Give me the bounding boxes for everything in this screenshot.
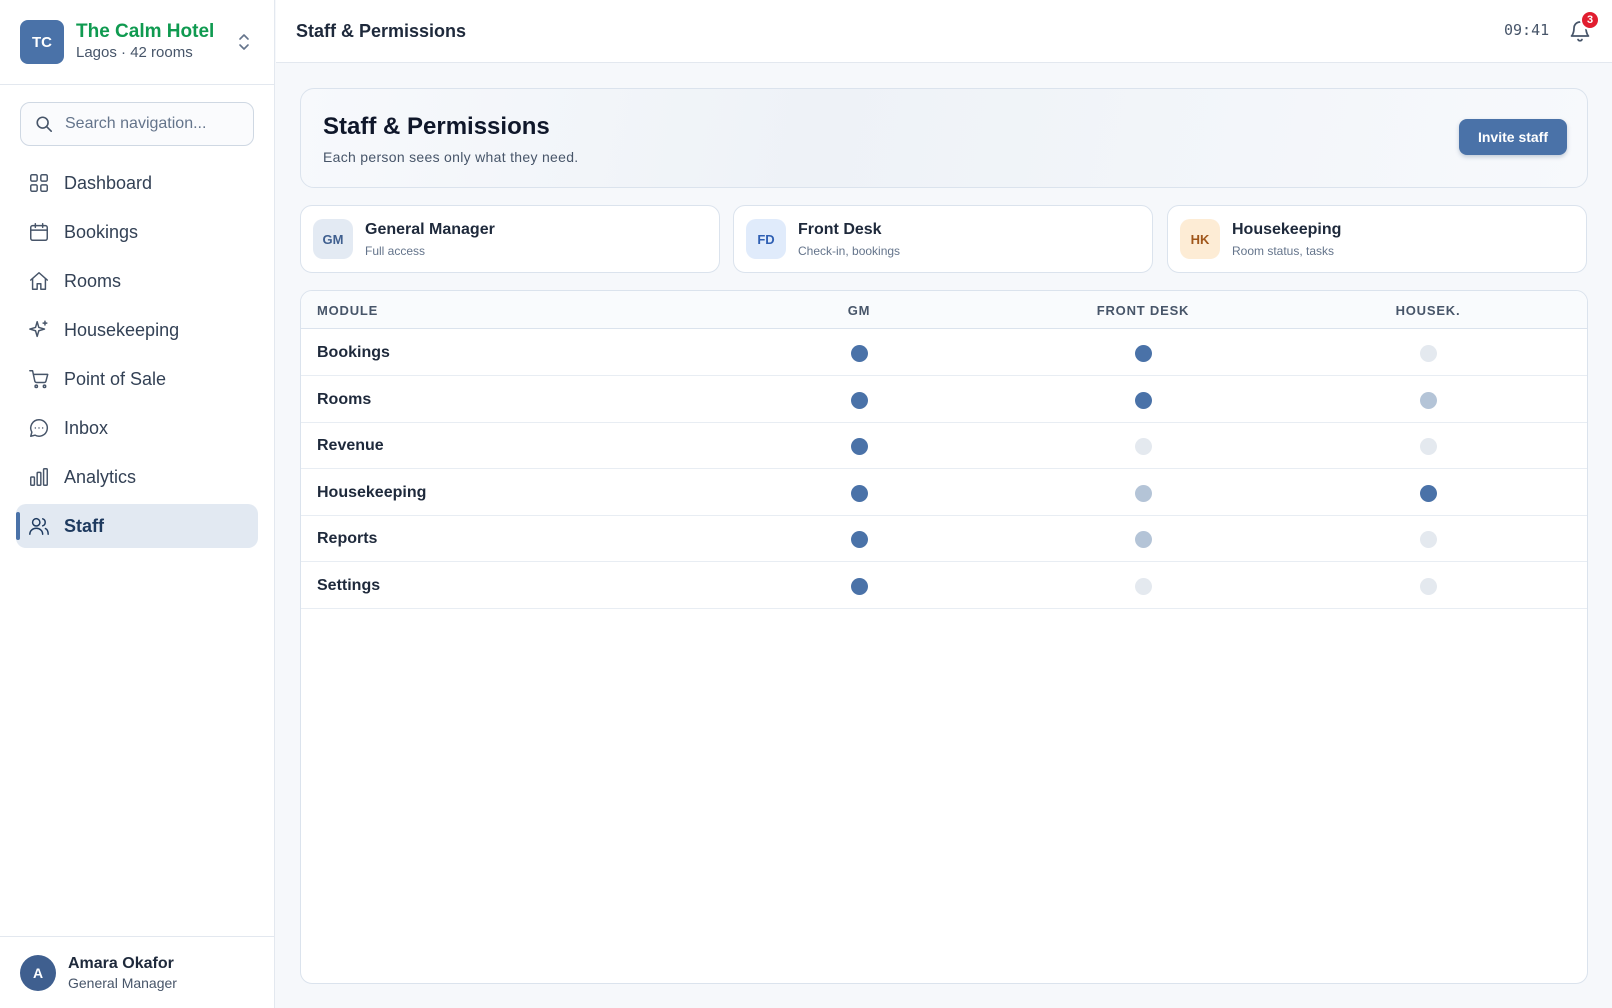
page-subtitle: Each person sees only what they need.	[323, 149, 579, 165]
sidebar-item-dashboard[interactable]: Dashboard	[16, 161, 258, 205]
permission-dot-none[interactable]	[1419, 345, 1437, 362]
bar-chart-icon	[30, 468, 48, 486]
sidebar-item-label: Analytics	[64, 466, 137, 487]
permission-dot-full[interactable]	[850, 577, 868, 595]
permission-dot-full[interactable]	[850, 391, 868, 409]
table-row: Rooms	[301, 377, 1587, 423]
sidebar-item-label: Point of Sale	[64, 368, 167, 389]
role-name: Housekeeping	[1232, 221, 1342, 238]
permission-dot-none[interactable]	[1134, 577, 1152, 595]
module-name: Housekeeping	[317, 483, 427, 501]
column-header-front-desk: FRONT DESK	[1096, 303, 1190, 318]
sidebar-item-point-of-sale[interactable]: Point of Sale	[16, 357, 258, 401]
hotel-logo: TC	[20, 20, 64, 64]
page-title: Staff & Permissions	[323, 113, 550, 140]
user-role: General Manager	[68, 975, 177, 991]
role-name: Front Desk	[798, 221, 882, 238]
table-row: Bookings	[301, 330, 1587, 376]
permission-dot-full[interactable]	[850, 531, 868, 548]
sidebar-item-inbox[interactable]: Inbox	[16, 406, 258, 450]
sidebar-item-label: Inbox	[64, 417, 109, 438]
sparkle-icon	[29, 320, 48, 338]
home-icon	[30, 272, 48, 290]
permission-dot-partial[interactable]	[1134, 484, 1152, 502]
column-header-housek: HOUSEK.	[1395, 303, 1461, 318]
notification-badge: 3	[1580, 10, 1600, 30]
column-header-gm: GM	[847, 303, 871, 318]
sidebar-item-analytics[interactable]: Analytics	[16, 455, 258, 499]
permission-dot-partial[interactable]	[1419, 391, 1437, 409]
sidebar-item-label: Housekeeping	[64, 319, 180, 340]
column-header-module: MODULE	[317, 303, 379, 318]
permission-dot-full[interactable]	[850, 345, 868, 362]
cart-icon	[29, 370, 49, 389]
permission-dot-none[interactable]	[1419, 577, 1437, 595]
sidebar-item-staff[interactable]: Staff	[16, 504, 258, 548]
role-card-hk[interactable]: HK Housekeeping Room status, tasks	[1167, 205, 1587, 273]
permission-dot-none[interactable]	[1419, 531, 1437, 548]
role-description: Room status, tasks	[1232, 244, 1335, 258]
sidebar: TC The Calm Hotel Lagos · 42 rooms Dashb…	[0, 0, 275, 1008]
sidebar-item-housekeeping[interactable]: Housekeeping	[16, 308, 258, 352]
hotel-subtitle: Lagos · 42 rooms	[76, 44, 193, 61]
role-badge: FD	[746, 219, 786, 259]
permission-dot-full[interactable]	[850, 484, 868, 502]
permission-matrix: MODULE GM FRONT DESK HOUSEK. Bookings Rooms R…	[300, 290, 1588, 984]
module-name: Reports	[317, 530, 378, 547]
user-profile[interactable]: A Amara Okafor General Manager	[0, 936, 275, 1008]
sidebar-item-label: Staff	[64, 515, 104, 536]
sidebar-item-label: Bookings	[64, 221, 139, 242]
sidebar-item-label: Dashboard	[64, 172, 153, 193]
top-bar: Staff & Permissions 09:41 3	[276, 0, 1612, 63]
module-name: Bookings	[317, 344, 390, 361]
permission-dot-full[interactable]	[1134, 391, 1152, 409]
role-description: Check-in, bookings	[798, 244, 901, 258]
sidebar-item-rooms[interactable]: Rooms	[16, 259, 258, 303]
topbar-title: Staff & Permissions	[296, 21, 467, 41]
permission-dot-full[interactable]	[850, 438, 868, 455]
hotel-switcher[interactable]: TC The Calm Hotel Lagos · 42 rooms	[0, 0, 275, 85]
hotel-name: The Calm Hotel	[76, 21, 215, 42]
role-description: Full access	[365, 244, 426, 258]
invite-staff-button[interactable]: Invite staff	[1459, 119, 1567, 155]
page-header: Staff & Permissions Each person sees onl…	[300, 88, 1588, 188]
permission-dot-partial[interactable]	[1134, 531, 1152, 548]
role-badge: GM	[313, 219, 353, 259]
users-icon	[29, 517, 49, 535]
permission-dot-none[interactable]	[1134, 438, 1152, 455]
grid-icon	[30, 174, 48, 192]
table-row: Revenue	[301, 423, 1587, 469]
table-row: Reports	[301, 516, 1587, 562]
role-badge: HK	[1180, 219, 1220, 259]
table-header: MODULE GM FRONT DESK HOUSEK.	[301, 291, 1587, 329]
user-name: Amara Okafor	[68, 955, 174, 972]
calendar-icon	[30, 223, 48, 241]
chat-icon	[30, 419, 49, 437]
sidebar-item-label: Rooms	[64, 270, 122, 291]
permission-dot-full[interactable]	[1419, 484, 1437, 502]
sidebar-item-bookings[interactable]: Bookings	[16, 210, 258, 254]
search-icon	[36, 116, 53, 133]
nav-search[interactable]	[20, 102, 254, 146]
table-row: Housekeeping	[301, 470, 1587, 516]
role-card-gm[interactable]: GM General Manager Full access	[300, 205, 720, 273]
role-card-fd[interactable]: FD Front Desk Check-in, bookings	[733, 205, 1153, 273]
clock: 09:41	[1504, 21, 1550, 39]
permission-dot-none[interactable]	[1419, 438, 1437, 455]
avatar: A	[20, 955, 56, 991]
permission-dot-full[interactable]	[1134, 345, 1152, 362]
module-name: Revenue	[317, 437, 384, 454]
module-name: Settings	[317, 576, 381, 594]
table-row: Settings	[301, 563, 1587, 609]
module-name: Rooms	[317, 390, 372, 408]
chevron-up-down-icon[interactable]	[236, 32, 252, 52]
role-name: General Manager	[365, 221, 495, 238]
search-input[interactable]	[65, 111, 245, 137]
